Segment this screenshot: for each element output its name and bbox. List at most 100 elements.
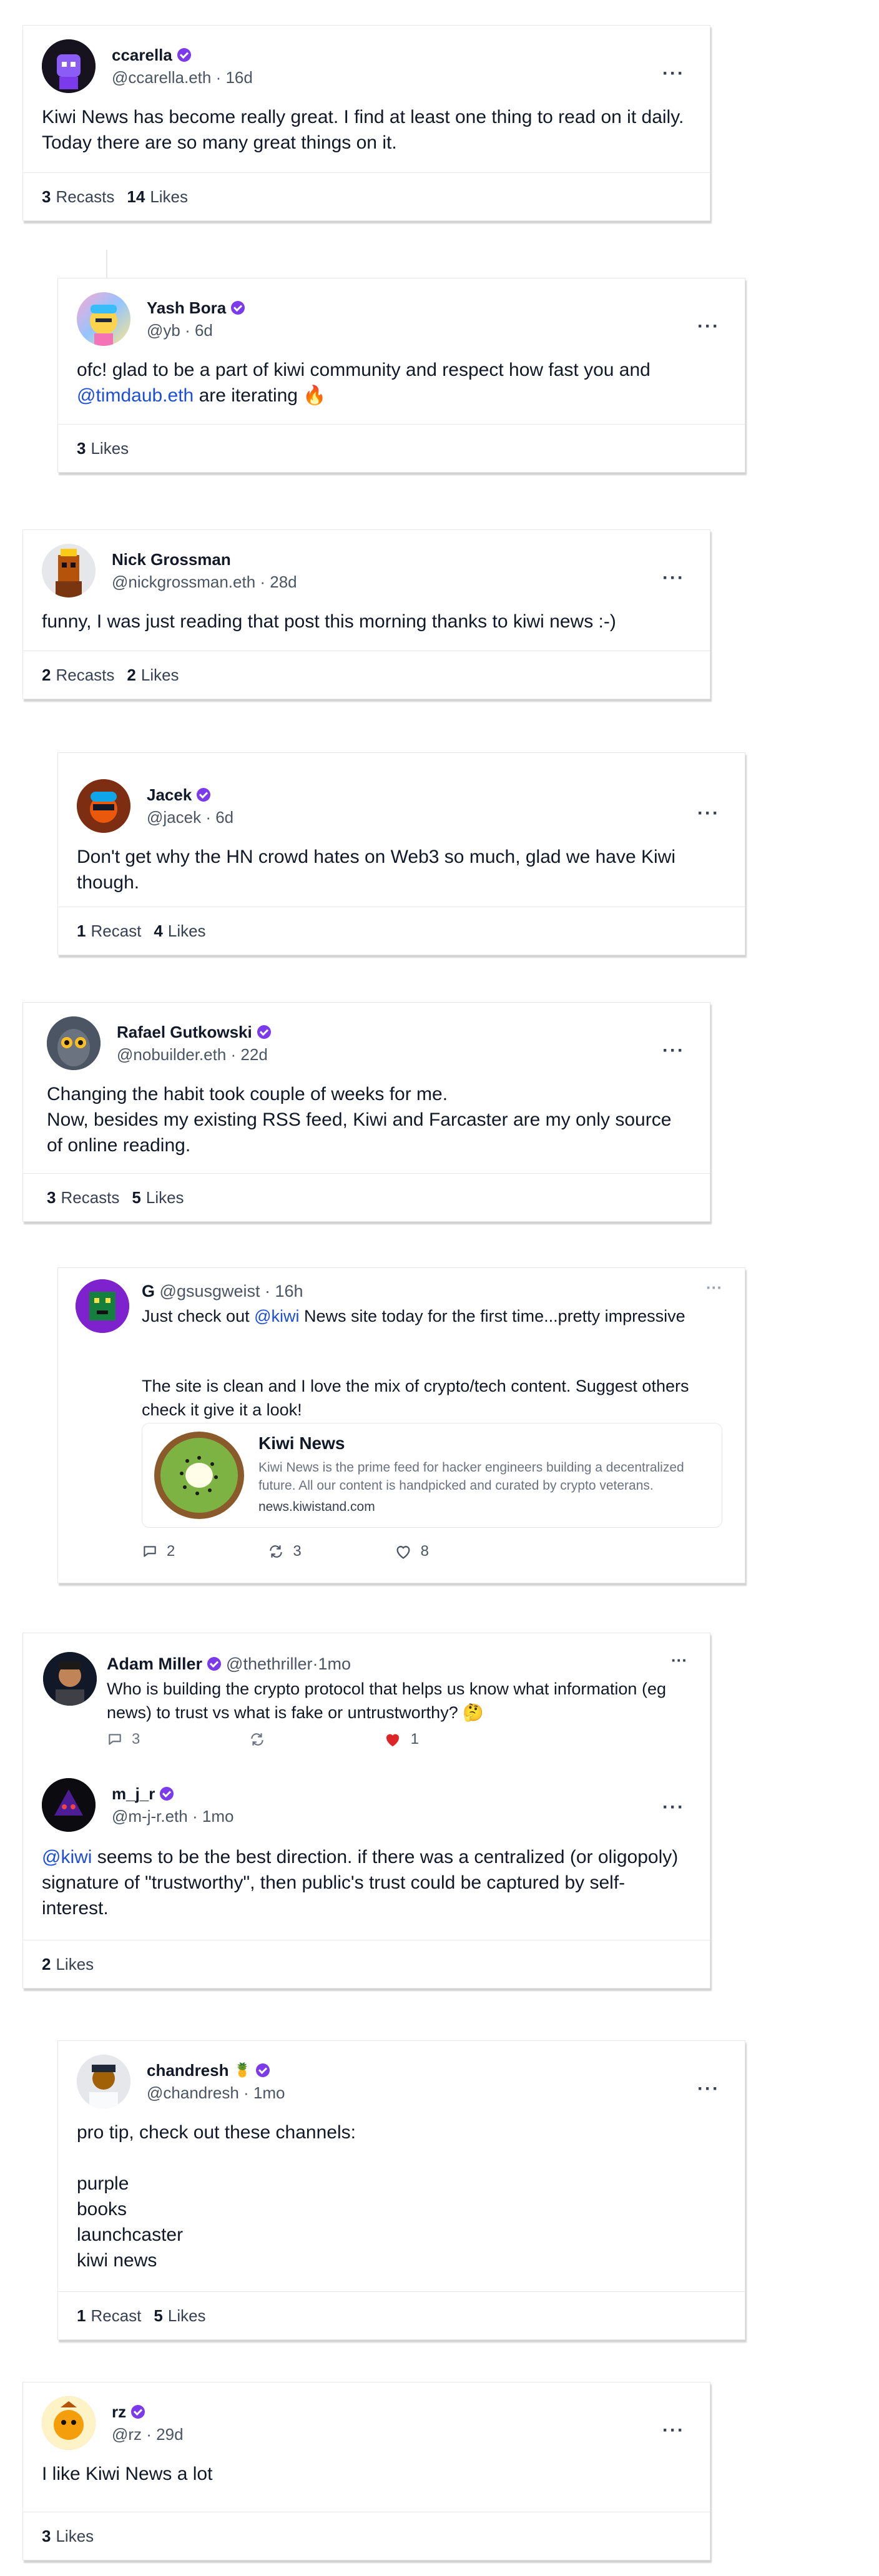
avatar[interactable]: [47, 1016, 101, 1070]
recast-label[interactable]: Recasts: [56, 187, 114, 207]
user-name[interactable]: rz: [112, 2401, 126, 2423]
cast-card-rz[interactable]: rz @rz · 29d ··· I like Kiwi News a lot …: [22, 2382, 710, 2560]
timestamp: 6d: [194, 321, 213, 340]
avatar[interactable]: [42, 39, 96, 93]
like-count: 4: [154, 921, 163, 940]
user-name[interactable]: Jacek: [147, 784, 192, 806]
user-name[interactable]: Rafael Gutkowski: [117, 1021, 252, 1043]
cast-text-part: seems to be the best direction. if there…: [42, 1847, 679, 1919]
user-handle[interactable]: @chandresh: [147, 2083, 239, 2102]
separator: ·: [142, 2425, 157, 2444]
avatar-image: [47, 1016, 101, 1070]
user-handle[interactable]: @ccarella.eth: [112, 68, 211, 87]
mention-link[interactable]: @kiwi: [254, 1307, 299, 1325]
like-count: 3: [77, 438, 86, 458]
avatar[interactable]: [42, 1778, 96, 1832]
avatar[interactable]: [77, 2055, 130, 2108]
recast-button[interactable]: 3: [268, 1543, 302, 1560]
like-label[interactable]: Likes: [146, 1188, 184, 1207]
parent-user-handle[interactable]: @thethriller: [226, 1652, 312, 1676]
link-preview-card[interactable]: Kiwi News Kiwi News is the prime feed fo…: [142, 1423, 722, 1528]
user-name[interactable]: Nick Grossman: [112, 548, 231, 571]
user-handle[interactable]: @gsusgweist: [160, 1282, 260, 1300]
cast-card-g[interactable]: G @gsusgweist · 16h ··· Just check out @…: [57, 1267, 745, 1583]
avatar-image: [76, 1279, 129, 1333]
avatar[interactable]: [42, 2396, 96, 2450]
reply-button[interactable]: 2: [142, 1543, 175, 1560]
like-label[interactable]: Likes: [91, 439, 129, 458]
parent-like-button[interactable]: 1: [383, 1731, 419, 1748]
recast-label[interactable]: Recast: [91, 2306, 141, 2326]
cast-text-part: are iterating 🔥: [194, 385, 327, 406]
timestamp: 29d: [156, 2425, 184, 2444]
user-handle[interactable]: @yb: [147, 321, 180, 340]
recast-label[interactable]: Recast: [91, 922, 141, 941]
like-label[interactable]: Likes: [150, 187, 188, 207]
more-options-icon[interactable]: ···: [697, 2078, 720, 2100]
like-label[interactable]: Likes: [168, 2306, 206, 2326]
avatar[interactable]: [77, 292, 130, 346]
parent-timestamp: 1mo: [318, 1654, 351, 1673]
more-options-icon[interactable]: ···: [662, 1797, 685, 1818]
separator: ·: [260, 1282, 275, 1300]
cast-stats: 3 Recasts 5 Likes: [23, 1173, 710, 1221]
user-name[interactable]: chandresh: [147, 2059, 229, 2082]
separator: ·: [180, 321, 195, 340]
mention-link[interactable]: @timdaub.eth: [77, 385, 194, 406]
like-label[interactable]: Likes: [141, 666, 179, 685]
timestamp: 22d: [240, 1045, 268, 1064]
mention-link[interactable]: @kiwi: [42, 1847, 92, 1867]
more-options-icon[interactable]: ···: [697, 316, 720, 337]
user-handle[interactable]: @m-j-r.eth: [112, 1807, 188, 1826]
like-label[interactable]: Likes: [168, 922, 206, 941]
more-options-icon[interactable]: ···: [706, 1278, 722, 1297]
parent-more-options-icon[interactable]: ···: [671, 1651, 687, 1670]
avatar[interactable]: [42, 544, 96, 597]
cast-card-chandresh[interactable]: chandresh 🍍 @chandresh · 1mo ··· pro tip,…: [57, 2040, 745, 2340]
timestamp: 6d: [215, 808, 234, 827]
user-handle[interactable]: @jacek: [147, 808, 201, 827]
comment-icon: [144, 1546, 156, 1557]
parent-reply-count: 3: [132, 1731, 140, 1748]
cast-card-m-j-r-thread[interactable]: Adam Miller @thethriller · 1mo ··· Who i…: [22, 1633, 710, 1989]
separator: ·: [312, 1654, 318, 1673]
more-options-icon[interactable]: ···: [662, 568, 685, 589]
more-options-icon[interactable]: ···: [662, 2420, 685, 2441]
parent-user-name[interactable]: Adam Miller: [107, 1652, 202, 1676]
avatar-image: [43, 1652, 97, 1706]
user-name[interactable]: Yash Bora: [147, 297, 226, 319]
avatar[interactable]: [77, 779, 130, 833]
like-button[interactable]: 8: [395, 1543, 429, 1560]
avatar[interactable]: [76, 1279, 129, 1333]
more-options-icon[interactable]: ···: [662, 63, 685, 84]
more-options-icon[interactable]: ···: [662, 1040, 685, 1061]
recast-count: 2: [42, 665, 51, 684]
cast-card-yash-bora[interactable]: Yash Bora @yb · 6d ··· ofc! glad to be a…: [57, 278, 745, 473]
user-handle[interactable]: @rz: [112, 2425, 142, 2444]
user-name[interactable]: ccarella: [112, 44, 172, 66]
user-name[interactable]: G: [142, 1282, 155, 1300]
parent-like-count: 1: [410, 1731, 419, 1748]
cast-text: Don't get why the HN crowd hates on Web3…: [77, 847, 675, 893]
cast-stats: 3 Likes: [58, 424, 745, 472]
cast-stats: 2 Likes: [23, 1940, 710, 1988]
heart-filled-icon: [386, 1734, 399, 1747]
parent-reply-button[interactable]: 3: [107, 1731, 140, 1748]
cast-card-ccarella[interactable]: ccarella @ccarella.eth · 16d ··· Kiwi Ne…: [22, 25, 710, 221]
cast-card-nick-grossman[interactable]: Nick Grossman @nickgrossman.eth · 28d ··…: [22, 529, 710, 699]
kiwi-thumbnail-icon: [152, 1430, 246, 1521]
user-handle[interactable]: @nobuilder.eth: [117, 1045, 226, 1064]
cast-card-jacek[interactable]: Jacek @jacek · 6d ··· Don't get why the …: [57, 752, 745, 955]
like-count: 5: [132, 1187, 141, 1207]
more-options-icon[interactable]: ···: [697, 803, 720, 824]
avatar[interactable]: [43, 1652, 97, 1706]
parent-recast-button[interactable]: [249, 1731, 274, 1748]
user-handle[interactable]: @nickgrossman.eth: [112, 573, 255, 591]
recast-label[interactable]: Recasts: [56, 666, 114, 685]
like-label[interactable]: Likes: [56, 1955, 94, 1974]
user-name[interactable]: m_j_r: [112, 1782, 155, 1805]
like-label[interactable]: Likes: [56, 2527, 94, 2546]
cast-card-rafael-gutkowski[interactable]: Rafael Gutkowski @nobuilder.eth · 22d ··…: [22, 1002, 710, 1222]
verified-badge-icon: [257, 1025, 271, 1039]
recast-label[interactable]: Recasts: [61, 1188, 119, 1207]
